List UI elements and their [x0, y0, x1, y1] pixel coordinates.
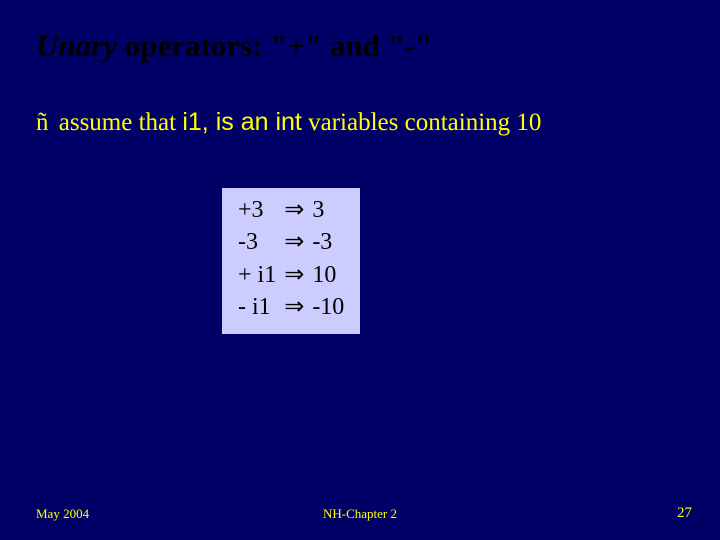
bullet-text-3: variables containing 10 — [302, 109, 542, 136]
slide-number: 27 — [677, 505, 692, 522]
arrow-icon: ⇒ — [280, 194, 308, 226]
example-lhs: -3 — [234, 226, 280, 258]
example-rhs: -10 — [308, 291, 348, 323]
title-italic: Unary — [36, 28, 117, 63]
arrow-icon: ⇒ — [280, 226, 308, 258]
bullet-code-2: int — [275, 108, 301, 136]
arrow-icon: ⇒ — [280, 291, 308, 323]
example-lhs: +3 — [234, 194, 280, 226]
title-rest: operators: "+" and "-" — [117, 28, 433, 63]
bullet-text-1: assume that — [53, 109, 183, 136]
example-rhs: 10 — [308, 259, 348, 291]
footer-chapter: NH-Chapter 2 — [0, 506, 720, 522]
example-lhs: - i1 — [234, 291, 280, 323]
slide-title: Unary operators: "+" and "-" — [36, 28, 433, 64]
table-row: + i1 ⇒ 10 — [234, 259, 348, 291]
table-row: +3 ⇒ 3 — [234, 194, 348, 226]
bullet-line: ñ assume that i1, is an int variables co… — [36, 108, 541, 137]
example-rhs: 3 — [308, 194, 348, 226]
table-row: - i1 ⇒ -10 — [234, 291, 348, 323]
table-row: -3 ⇒ -3 — [234, 226, 348, 258]
bullet-icon: ñ — [36, 109, 49, 137]
example-table: +3 ⇒ 3 -3 ⇒ -3 + i1 ⇒ 10 - i1 ⇒ -10 — [234, 194, 348, 324]
example-lhs: + i1 — [234, 259, 280, 291]
example-rhs: -3 — [308, 226, 348, 258]
example-box: +3 ⇒ 3 -3 ⇒ -3 + i1 ⇒ 10 - i1 ⇒ -10 — [222, 188, 360, 334]
bullet-code-1: i1, — [182, 108, 215, 136]
arrow-icon: ⇒ — [280, 259, 308, 291]
bullet-text-2: is an — [216, 108, 276, 136]
